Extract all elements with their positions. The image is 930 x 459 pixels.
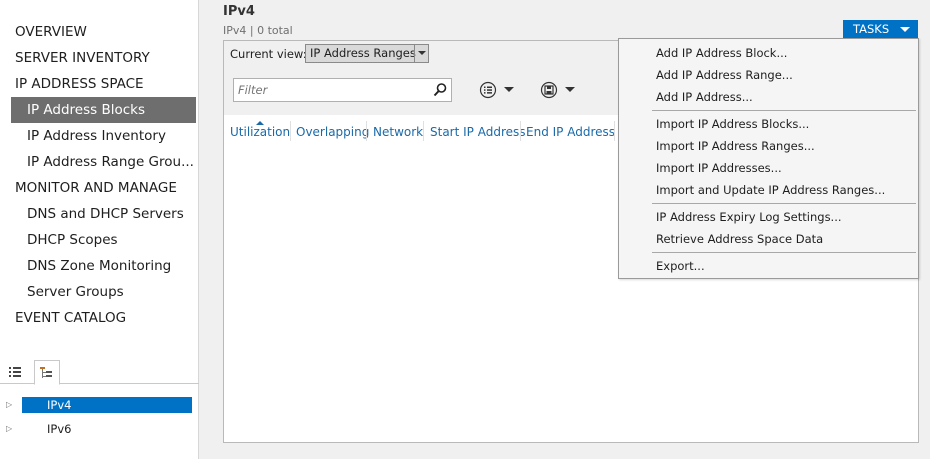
tree-node-ipv4[interactable]: ▷ IPv4 — [0, 397, 199, 413]
chevron-down-icon — [565, 87, 575, 92]
list-options-icon — [479, 81, 497, 99]
tasks-label: TASKS — [853, 22, 890, 36]
tree-view-tab[interactable] — [34, 360, 60, 385]
navigation-pane: OVERVIEW SERVER INVENTORY IP ADDRESS SPA… — [0, 0, 199, 459]
nav-item-server-groups[interactable]: Server Groups — [0, 279, 199, 305]
menu-item-import-and-update-ranges[interactable]: Import and Update IP Address Ranges... — [656, 180, 885, 200]
nav-item-ip-address-range-groups[interactable]: IP Address Range Grou... — [0, 149, 199, 175]
tree-node-ipv6[interactable]: ▷ IPv6 — [0, 421, 199, 437]
page-title: IPv4 — [223, 4, 255, 19]
column-header-overlapping[interactable]: Overlapping — [296, 125, 369, 139]
menu-item-import-ip-addresses[interactable]: Import IP Addresses... — [656, 158, 782, 178]
filter-input[interactable] — [233, 78, 452, 102]
menu-item-import-ip-address-ranges[interactable]: Import IP Address Ranges... — [656, 136, 815, 156]
column-divider[interactable] — [614, 121, 615, 141]
column-header-start-ip-address[interactable]: Start IP Address — [430, 125, 526, 139]
list-view-icon — [9, 367, 21, 377]
save-icon — [540, 81, 558, 99]
menu-item-expiry-log-settings[interactable]: IP Address Expiry Log Settings... — [656, 207, 842, 227]
column-divider[interactable] — [366, 121, 367, 141]
nav-item-dhcp-scopes[interactable]: DHCP Scopes — [0, 227, 199, 253]
nav-item-event-catalog[interactable]: EVENT CATALOG — [0, 305, 199, 331]
column-header-utilization[interactable]: Utilization — [230, 125, 290, 139]
current-view-value: IP Address Ranges — [310, 46, 416, 60]
column-divider[interactable] — [290, 121, 291, 141]
nav-item-overview[interactable]: OVERVIEW — [0, 19, 199, 45]
menu-item-add-ip-address[interactable]: Add IP Address... — [656, 87, 753, 107]
tasks-menu: Add IP Address Block... Add IP Address R… — [618, 38, 919, 279]
tree-node-label: IPv4 — [22, 397, 192, 413]
page-subtitle: IPv4 | 0 total — [223, 24, 293, 37]
dropdown-arrow-icon[interactable] — [414, 45, 428, 62]
tree-view-icon — [40, 366, 52, 378]
list-view-tab[interactable] — [2, 360, 28, 384]
menu-item-import-ip-address-blocks[interactable]: Import IP Address Blocks... — [656, 114, 809, 134]
nav-item-monitor-and-manage[interactable]: MONITOR AND MANAGE — [0, 175, 199, 201]
view-tabs — [0, 358, 199, 385]
tasks-button[interactable]: TASKS — [843, 20, 918, 39]
chevron-down-icon — [900, 27, 910, 32]
column-header-end-ip-address[interactable]: End IP Address — [526, 125, 615, 139]
menu-item-add-ip-address-range[interactable]: Add IP Address Range... — [656, 65, 793, 85]
search-icon[interactable] — [432, 82, 448, 98]
column-divider[interactable] — [520, 121, 521, 141]
menu-separator — [652, 110, 916, 111]
nav-item-ip-address-inventory[interactable]: IP Address Inventory — [0, 123, 199, 149]
expand-triangle-icon[interactable]: ▷ — [6, 397, 16, 413]
column-divider[interactable] — [423, 121, 424, 141]
expand-triangle-icon[interactable]: ▷ — [6, 421, 16, 437]
menu-separator — [652, 203, 916, 204]
current-view-label: Current view: — [230, 47, 307, 61]
menu-item-add-ip-address-block[interactable]: Add IP Address Block... — [656, 43, 787, 63]
nav-item-dns-zone-monitoring[interactable]: DNS Zone Monitoring — [0, 253, 199, 279]
chevron-down-icon — [504, 87, 514, 92]
current-view-select[interactable]: IP Address Ranges — [305, 44, 429, 63]
menu-separator — [652, 252, 916, 253]
menu-item-retrieve-address-space-data[interactable]: Retrieve Address Space Data — [656, 229, 823, 249]
nav-item-ip-address-space[interactable]: IP ADDRESS SPACE — [0, 71, 199, 97]
nav-item-server-inventory[interactable]: SERVER INVENTORY — [0, 45, 199, 71]
column-header-network[interactable]: Network — [373, 125, 423, 139]
menu-item-export[interactable]: Export... — [656, 256, 705, 276]
nav-item-dns-and-dhcp-servers[interactable]: DNS and DHCP Servers — [0, 201, 199, 227]
tree-node-label: IPv6 — [47, 422, 72, 436]
save-options-button[interactable] — [540, 81, 580, 99]
view-options-button[interactable] — [479, 81, 519, 99]
nav-item-ip-address-blocks[interactable]: IP Address Blocks — [11, 97, 196, 123]
